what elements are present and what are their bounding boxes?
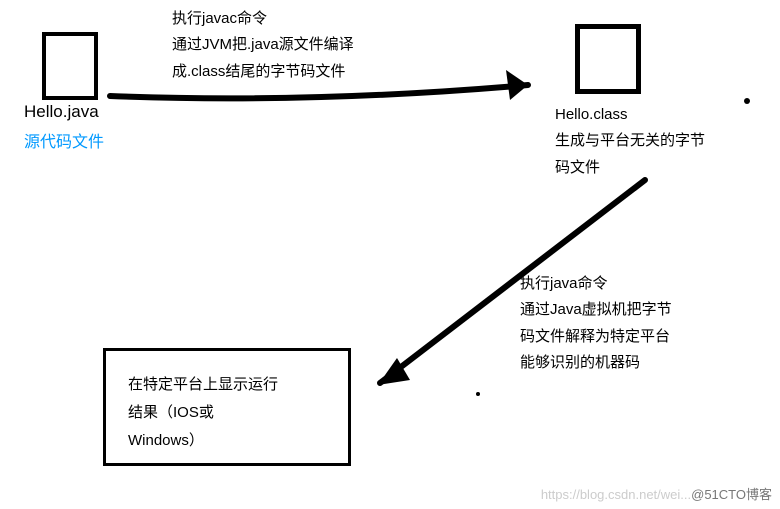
result-line2: 结果（IOS或: [128, 399, 326, 427]
class-caption-l1: 生成与平台无关的字节: [555, 128, 705, 154]
run-line4: 能够识别的机器码: [520, 350, 672, 376]
run-line1: 执行java命令: [520, 271, 672, 297]
result-box: 在特定平台上显示运行 结果（IOS或 Windows）: [103, 348, 351, 466]
source-caption: 源代码文件: [24, 128, 104, 152]
class-file-box: [575, 24, 641, 94]
class-caption-l2: 码文件: [555, 155, 705, 181]
compile-line3: 成.class结尾的字节码文件: [172, 59, 354, 85]
run-line2: 通过Java虚拟机把字节: [520, 297, 672, 323]
source-filename: Hello.java: [24, 102, 99, 122]
result-line3: Windows）: [128, 427, 326, 455]
compile-line2: 通过JVM把.java源文件编译: [172, 32, 354, 58]
dot-icon: [476, 392, 480, 396]
dot-icon: [744, 98, 750, 104]
run-description: 执行java命令 通过Java虚拟机把字节 码文件解释为特定平台 能够识别的机器…: [520, 271, 672, 376]
compile-description: 执行javac命令 通过JVM把.java源文件编译 成.class结尾的字节码…: [172, 6, 354, 85]
source-file-box: [42, 32, 98, 100]
class-file-labels: Hello.class 生成与平台无关的字节 码文件: [555, 102, 705, 181]
watermark: https://blog.csdn.net/wei...@51CTO博客: [541, 484, 772, 503]
class-filename: Hello.class: [555, 102, 705, 128]
run-line3: 码文件解释为特定平台: [520, 324, 672, 350]
watermark-faded: https://blog.csdn.net/wei...: [541, 487, 691, 502]
watermark-visible: @51CTO博客: [691, 487, 772, 502]
result-line1: 在特定平台上显示运行: [128, 371, 326, 399]
compile-line1: 执行javac命令: [172, 6, 354, 32]
